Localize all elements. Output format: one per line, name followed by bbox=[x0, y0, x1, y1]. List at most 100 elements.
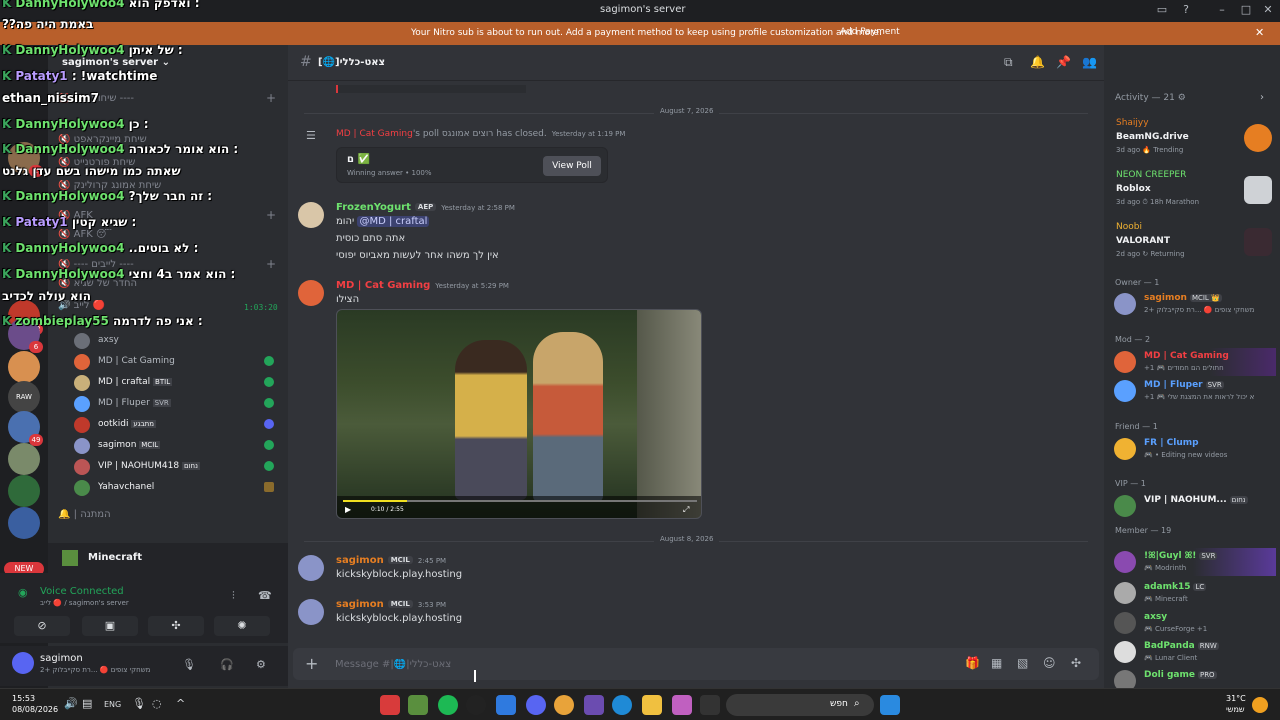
volume-icon[interactable]: 🔊 bbox=[64, 697, 78, 710]
server-icon[interactable] bbox=[8, 475, 40, 507]
channel-item[interactable]: 🔇 שיחת אמונג קרולינק bbox=[58, 180, 278, 198]
taskbar-clock[interactable]: 15:53 08/08/2026 bbox=[12, 693, 58, 715]
avatar[interactable] bbox=[12, 652, 34, 674]
channel-item[interactable]: 🔇 החדר של שגיא bbox=[58, 278, 278, 296]
server-icon[interactable] bbox=[8, 351, 40, 383]
attach-plus-icon[interactable]: + bbox=[305, 654, 318, 673]
voice-user[interactable]: Yahavchanel bbox=[74, 478, 274, 498]
activity-card[interactable]: Shaijyy BeamNG.drive 3d ago 🔥 Trending bbox=[1112, 118, 1274, 162]
avatar[interactable] bbox=[298, 280, 324, 306]
message-input[interactable] bbox=[335, 656, 835, 672]
member-item[interactable]: MD | Cat Gaming +1 🎮 חתולים הם חמודים bbox=[1110, 348, 1276, 376]
add-channel-icon[interactable]: + bbox=[266, 257, 276, 271]
activity-header[interactable]: Activity — 21 ⚙ bbox=[1115, 93, 1186, 103]
avatar[interactable] bbox=[298, 555, 324, 581]
network-icon[interactable]: ▤ bbox=[82, 697, 92, 710]
edge-icon[interactable] bbox=[612, 695, 632, 715]
tray-icon[interactable]: ◌ bbox=[152, 697, 162, 710]
member-item[interactable]: BadPanda RNW 🎮 Lunar Client bbox=[1110, 638, 1276, 666]
settings-icon[interactable]: ⚙ bbox=[256, 658, 266, 671]
member-item[interactable]: MD | Fluper SVR +1 🎮 א יכול לראות את המצג… bbox=[1110, 377, 1276, 405]
author-name[interactable]: MD | Cat Gaming bbox=[336, 280, 430, 291]
activity-card[interactable]: Noobi VALORANT 2d ago ↻ Returning bbox=[1112, 222, 1274, 266]
voice-user[interactable]: sagimon MCIL bbox=[74, 436, 274, 456]
voice-user[interactable]: VIP | NAOHUM418 נחום bbox=[74, 457, 274, 477]
member-item[interactable]: VIP | NAOHUM... נחום bbox=[1110, 492, 1276, 520]
fullscreen-icon[interactable]: ⤢ bbox=[683, 505, 689, 515]
voice-user[interactable]: MD | Fluper SVR bbox=[74, 394, 274, 414]
channel-item[interactable]: 🔇 שיחת פורטנייט bbox=[58, 157, 278, 175]
disconnect-icon[interactable]: ☎ bbox=[258, 589, 272, 602]
close-banner-icon[interactable]: ✕ bbox=[1255, 26, 1264, 39]
mention[interactable]: @MD | craftal bbox=[357, 216, 430, 227]
game-activity-bar[interactable]: Minecraft bbox=[48, 543, 288, 573]
server-icon[interactable]: 49 bbox=[8, 411, 43, 446]
member-item[interactable]: Doli game PRO bbox=[1110, 667, 1276, 692]
channel-item[interactable]: 🔇 AFK bbox=[58, 210, 278, 228]
author-name[interactable]: sagimon bbox=[336, 599, 384, 610]
server-icon[interactable] bbox=[8, 443, 40, 475]
bell-icon[interactable]: 🔔 bbox=[1030, 55, 1045, 69]
screen-share-button[interactable]: ▣ bbox=[82, 616, 138, 636]
server-icon[interactable] bbox=[8, 507, 40, 539]
sticker-icon[interactable]: ▧ bbox=[1017, 656, 1028, 670]
video-attachment[interactable]: ▶ 0:10 / 2:55 ⤢ bbox=[336, 309, 702, 519]
threads-icon[interactable]: ⧉ bbox=[1004, 55, 1013, 70]
server-header[interactable]: sagimon's server ⌄ bbox=[48, 51, 288, 75]
avatar[interactable] bbox=[298, 599, 324, 625]
discord-icon[interactable] bbox=[526, 695, 546, 715]
taskbar-search[interactable]: חפש ⌕ bbox=[726, 694, 874, 716]
app-icon[interactable] bbox=[700, 695, 720, 715]
add-payment-button[interactable]: Add Payment bbox=[834, 26, 906, 41]
microphone-icon[interactable]: 🎙 bbox=[182, 658, 196, 671]
view-poll-button[interactable]: View Poll bbox=[543, 156, 601, 176]
app-icon[interactable] bbox=[496, 695, 516, 715]
play-icon[interactable]: ▶ bbox=[345, 505, 351, 514]
channel-item[interactable]: 🔇 ---- לייבים ---- bbox=[58, 259, 278, 277]
app-icon[interactable] bbox=[672, 695, 692, 715]
voice-user[interactable]: axsy bbox=[74, 331, 274, 351]
voice-user[interactable]: MD | craftal BTIL bbox=[74, 373, 274, 393]
video-progress[interactable] bbox=[343, 500, 697, 502]
obs-icon[interactable] bbox=[466, 695, 486, 715]
author-name[interactable]: FrozenYogurt bbox=[336, 202, 411, 213]
members-icon[interactable]: 👥 bbox=[1082, 55, 1097, 69]
spotify-icon[interactable] bbox=[438, 695, 458, 715]
chrome-icon[interactable] bbox=[554, 695, 574, 715]
gif-icon[interactable]: ▦ bbox=[991, 656, 1002, 670]
app-icon[interactable] bbox=[584, 695, 604, 715]
member-item[interactable]: axsy 🎮 CurseForge +1 bbox=[1110, 609, 1276, 637]
add-channel-icon[interactable]: + bbox=[266, 91, 276, 105]
member-item[interactable]: sagimon MCIL 👑 משחקי צופים 🔴 ...רת סקייבל… bbox=[1110, 290, 1276, 318]
member-item[interactable]: !ꕤ|Guyl ꕤ! SVR 🎮 Modrinth bbox=[1110, 548, 1276, 576]
close-window-button[interactable]: ✕ bbox=[1260, 3, 1276, 19]
chevron-up-icon[interactable]: ^ bbox=[176, 697, 185, 710]
mic-tray-icon[interactable]: 🎙 bbox=[132, 697, 146, 710]
server-icon-raw[interactable]: RAW bbox=[8, 381, 40, 413]
member-item[interactable]: FR | Clump 🎮 • Editing new videos bbox=[1110, 435, 1276, 463]
noise-suppression-icon[interactable]: ⫶ bbox=[232, 589, 235, 603]
language-indicator[interactable]: ENG bbox=[104, 700, 121, 709]
add-channel-icon[interactable]: + bbox=[266, 208, 276, 222]
inbox-icon[interactable]: ▭ bbox=[1154, 3, 1170, 19]
channel-item[interactable]: 🔇 AFK 😴 bbox=[58, 229, 278, 247]
member-item[interactable]: adamk15 LC 🎮 Minecraft bbox=[1110, 579, 1276, 607]
file-explorer-icon[interactable] bbox=[642, 695, 662, 715]
minecraft-icon[interactable] bbox=[408, 695, 428, 715]
channel-item[interactable]: 🔇 ---- שיחות ---- bbox=[58, 93, 278, 111]
maximize-button[interactable]: □ bbox=[1238, 3, 1254, 19]
weather-widget[interactable]: 31°C שמשי bbox=[1226, 693, 1246, 715]
channel-item[interactable]: 🔇 שיחת מיינקראפט bbox=[58, 134, 278, 152]
app-icon[interactable] bbox=[380, 695, 400, 715]
minimize-button[interactable]: – bbox=[1214, 3, 1230, 19]
pin-icon[interactable]: 📌 bbox=[1056, 55, 1071, 69]
author-name[interactable]: sagimon bbox=[336, 555, 384, 566]
windows-start-icon[interactable] bbox=[880, 695, 900, 715]
voice-status[interactable]: Voice Connected bbox=[40, 586, 124, 597]
avatar[interactable] bbox=[298, 202, 324, 228]
emoji-icon[interactable]: ☺ bbox=[1043, 656, 1056, 670]
server-icon[interactable]: 6 bbox=[8, 318, 43, 353]
gift-icon[interactable]: 🎁 bbox=[965, 656, 980, 670]
chevron-right-icon[interactable]: › bbox=[1260, 92, 1264, 103]
server-icon[interactable]: 1 bbox=[8, 142, 43, 177]
